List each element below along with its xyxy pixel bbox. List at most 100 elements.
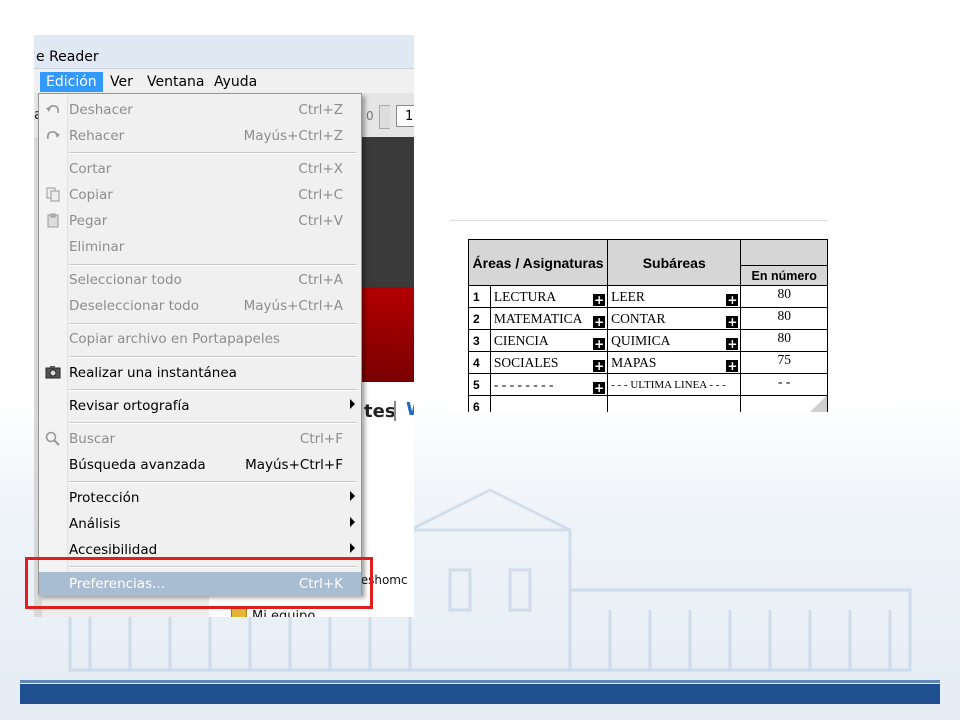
document-dark-area [359, 137, 414, 287]
menu-separator [69, 264, 357, 266]
row-number: 4 [468, 351, 491, 374]
menu-ayuda[interactable]: Ayuda [208, 72, 263, 92]
table-row: 1 LECTURA + LEER + 80 [468, 285, 828, 308]
submenu-arrow-icon [350, 399, 355, 409]
menu-item-label: Análisis [69, 516, 121, 532]
edit-menu-dropdown: Deshacer Ctrl+Z Rehacer Mayús+Ctrl+Z Cor… [38, 93, 362, 596]
menu-item-buscar[interactable]: Buscar Ctrl+F [39, 427, 361, 451]
toolbar-zero: 0 [366, 109, 374, 123]
toolbar-separator [379, 105, 390, 129]
score-cell: 80 [740, 307, 828, 330]
row-number: 3 [468, 329, 491, 352]
menu-item-seleccionar-todo[interactable]: Seleccionar todo Ctrl+A [39, 268, 361, 292]
score-cell [740, 395, 828, 412]
doc-folder-label: Mi equipo [252, 609, 316, 617]
subarea-label: CONTAR [611, 310, 666, 326]
subarea-label: MAPAS [611, 354, 657, 370]
window-title: e Reader [36, 49, 99, 65]
undo-icon [46, 105, 59, 114]
menu-separator [69, 356, 357, 358]
expand-plus-icon[interactable]: + [726, 338, 739, 350]
subarea-cell: CONTAR + [607, 307, 742, 330]
menu-item-deshacer[interactable]: Deshacer Ctrl+Z [39, 98, 361, 122]
menu-item-label: Búsqueda avanzada [69, 457, 206, 473]
menu-item-label: Rehacer [69, 128, 125, 144]
area-cell: - - - - - - - - + [489, 373, 609, 396]
menu-item-cortar[interactable]: Cortar Ctrl+X [39, 157, 361, 181]
score-cell: - - [740, 373, 828, 396]
menu-item-shortcut: Ctrl+F [299, 431, 343, 447]
expand-plus-icon[interactable]: + [593, 294, 606, 306]
menu-item-label: Realizar una instantánea [69, 365, 237, 381]
subarea-cell: QUIMICA + [607, 329, 742, 352]
area-cell [489, 395, 609, 412]
page-top-stripe [450, 220, 828, 231]
area-cell: SOCIALES + [489, 351, 609, 374]
page-number-field[interactable]: 1 [396, 105, 414, 127]
menu-item-label: Copiar [69, 187, 113, 203]
menu-item-copiar[interactable]: Copiar Ctrl+C [39, 183, 361, 207]
menu-item-eliminar[interactable]: Eliminar [39, 235, 361, 259]
menu-item-shortcut: Ctrl+Z [298, 102, 343, 118]
menu-item-rehacer[interactable]: Rehacer Mayús+Ctrl+Z [39, 124, 361, 148]
menu-item-label: Revisar ortografía [69, 398, 190, 414]
expand-plus-icon[interactable]: + [726, 316, 739, 328]
menu-item-shortcut: Ctrl+V [298, 213, 343, 229]
menu-ventana[interactable]: Ventana [141, 72, 211, 92]
menu-separator [69, 422, 357, 424]
area-label: MATEMATICA [493, 310, 583, 326]
expand-plus-icon[interactable]: + [593, 316, 606, 328]
expand-plus-icon[interactable]: + [726, 360, 739, 372]
preferences-callout-frame [25, 557, 373, 609]
score-cell: 80 [740, 285, 828, 308]
row-number: 2 [468, 307, 491, 330]
menu-item-label: Seleccionar todo [69, 272, 182, 288]
menu-item-pegar[interactable]: Pegar Ctrl+V [39, 209, 361, 233]
menu-item-instantanea[interactable]: Realizar una instantánea [39, 361, 361, 385]
menu-item-label: Cortar [69, 161, 112, 177]
row-number: 5 [468, 373, 491, 396]
footer-accent-line [20, 680, 940, 683]
grades-table: Áreas / Asignaturas Subáreas En número 1… [467, 239, 828, 412]
expand-plus-icon[interactable]: + [593, 360, 606, 372]
menu-separator [69, 389, 357, 391]
menu-item-ortografia[interactable]: Revisar ortografía [39, 394, 361, 418]
menu-item-label: Deshacer [69, 102, 133, 118]
expand-plus-icon[interactable]: + [593, 338, 606, 350]
subarea-cell: - - - ULTIMA LINEA - - - [607, 373, 742, 396]
table-row: 2 MATEMATICA + CONTAR + 80 [468, 307, 828, 330]
menu-item-shortcut: Ctrl+X [298, 161, 343, 177]
subarea-label: - - - ULTIMA LINEA - - - [611, 378, 726, 391]
score-cell: 80 [740, 329, 828, 352]
menu-ver[interactable]: Ver [104, 72, 139, 92]
table-row: 6 [468, 395, 828, 412]
doc-tab-w: W [406, 399, 414, 420]
window-titlebar: e Reader [34, 35, 414, 69]
table-row: 5 - - - - - - - - + - - - ULTIMA LINEA - … [468, 373, 828, 396]
menu-item-copiar-archivo[interactable]: Copiar archivo en Portapapeles [39, 327, 361, 351]
menu-item-shortcut: Mayús+Ctrl+A [243, 298, 343, 314]
menu-item-deseleccionar-todo[interactable]: Deseleccionar todo Mayús+Ctrl+A [39, 294, 361, 318]
header-blank [740, 239, 828, 266]
menu-item-shortcut: Mayús+Ctrl+F [245, 457, 343, 473]
menu-edicion[interactable]: Edición [40, 72, 103, 92]
header-areas: Áreas / Asignaturas [467, 239, 609, 286]
camera-icon [45, 366, 61, 379]
menu-item-label: Pegar [69, 213, 108, 229]
table-row: 4 SOCIALES + MAPAS + 75 [468, 351, 828, 374]
area-cell: MATEMATICA + [489, 307, 609, 330]
table-row: 3 CIENCIA + QUIMICA + 80 [468, 329, 828, 352]
menu-item-busqueda-avanzada[interactable]: Búsqueda avanzada Mayús+Ctrl+F [39, 453, 361, 477]
menu-item-proteccion[interactable]: Protección [39, 486, 361, 510]
menu-separator [69, 152, 357, 154]
area-cell: LECTURA + [489, 285, 609, 308]
menu-item-shortcut: Mayús+Ctrl+Z [243, 128, 343, 144]
expand-plus-icon[interactable]: + [593, 382, 606, 394]
expand-plus-icon[interactable]: + [726, 294, 739, 306]
subarea-cell: LEER + [607, 285, 742, 308]
search-icon [45, 431, 60, 446]
redo-icon [47, 131, 60, 140]
menu-item-label: Copiar archivo en Portapapeles [69, 331, 280, 347]
menu-item-label: Protección [69, 490, 140, 506]
menu-item-analisis[interactable]: Análisis [39, 512, 361, 536]
